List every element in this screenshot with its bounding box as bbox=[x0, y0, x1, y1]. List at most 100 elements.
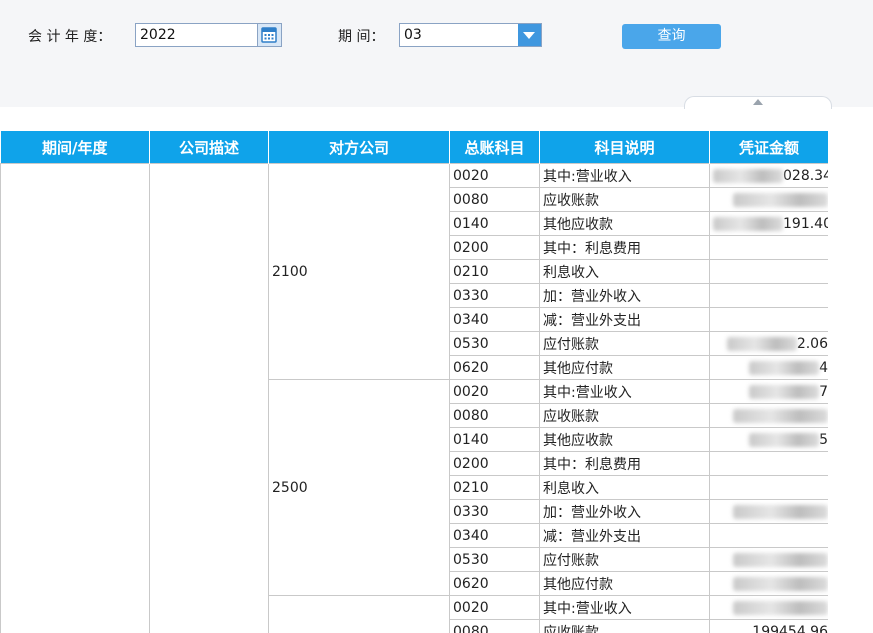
account-desc-cell: 其中:营业收入 bbox=[539, 163, 710, 188]
voucher-amount-text: 7 bbox=[819, 383, 828, 400]
gl-account-cell: 0340 bbox=[449, 307, 540, 332]
voucher-amount-cell bbox=[709, 283, 828, 308]
fiscal-year-label: 会 计 年 度： bbox=[28, 29, 112, 45]
account-desc-cell: 减：营业外支出 bbox=[539, 523, 710, 548]
voucher-amount-cell bbox=[709, 235, 828, 260]
voucher-amount-cell bbox=[709, 187, 828, 212]
redacted-mask bbox=[713, 216, 783, 231]
voucher-amount-text: 5 bbox=[819, 431, 828, 448]
redacted-mask bbox=[749, 360, 820, 375]
period-label: 期 间： bbox=[338, 29, 385, 45]
voucher-amount-cell: 2.06 bbox=[709, 331, 828, 356]
redacted-mask bbox=[733, 192, 828, 207]
redacted-mask bbox=[733, 408, 828, 423]
account-desc-cell: 其他应收款 bbox=[539, 211, 710, 236]
gl-account-cell: 0330 bbox=[449, 283, 540, 308]
gl-account-cell: 0140 bbox=[449, 211, 540, 236]
counterparty-cell bbox=[268, 595, 450, 633]
voucher-amount-cell: 028.34 bbox=[709, 163, 828, 188]
period-year-cell bbox=[0, 163, 150, 633]
redacted-mask bbox=[726, 336, 797, 351]
header-counterparty[interactable]: 对方公司 bbox=[268, 131, 450, 164]
gl-account-cell: 0530 bbox=[449, 331, 540, 356]
table-row[interactable]: 2100 0020 其中:营业收入 028.34 bbox=[0, 163, 828, 633]
counterparty-cell: 2100 bbox=[268, 163, 450, 380]
query-button[interactable]: 查询 bbox=[622, 24, 721, 49]
voucher-amount-cell bbox=[709, 523, 828, 548]
gl-account-cell: 0020 bbox=[449, 163, 540, 188]
gl-account-cell: 0340 bbox=[449, 523, 540, 548]
voucher-amount-text: 191.40 bbox=[783, 215, 828, 232]
counterparty-cell: 2500 bbox=[268, 379, 450, 596]
chevron-down-icon[interactable] bbox=[518, 24, 541, 46]
voucher-amount-cell: 7 bbox=[709, 379, 828, 404]
account-desc-cell: 应付账款 bbox=[539, 547, 710, 572]
voucher-amount-cell bbox=[709, 403, 828, 428]
voucher-amount-cell bbox=[709, 475, 828, 500]
account-desc-cell: 利息收入 bbox=[539, 475, 710, 500]
gl-account-cell: 0080 bbox=[449, 403, 540, 428]
voucher-amount-text: 199454.96 bbox=[752, 623, 828, 633]
account-desc-cell: 减：营业外支出 bbox=[539, 307, 710, 332]
voucher-amount-cell: 5 bbox=[709, 427, 828, 452]
gl-account-cell: 0020 bbox=[449, 379, 540, 404]
redacted-mask bbox=[733, 576, 828, 591]
voucher-table: 期间/年度 公司描述 对方公司 总账科目 科目说明 凭证金额 2100 0020 其… bbox=[0, 131, 828, 633]
account-desc-cell: 其中:营业收入 bbox=[539, 379, 710, 404]
gl-account-cell: 0140 bbox=[449, 427, 540, 452]
filter-toolbar: 会 计 年 度： 2022 期 间： 03 查询 bbox=[0, 0, 873, 109]
voucher-amount-cell bbox=[709, 499, 828, 524]
account-desc-cell: 利息收入 bbox=[539, 259, 710, 284]
account-desc-cell: 其他应收款 bbox=[539, 427, 710, 452]
voucher-amount-cell: 4 bbox=[709, 355, 828, 380]
account-desc-cell: 其中:营业收入 bbox=[539, 595, 710, 620]
voucher-amount-cell bbox=[709, 451, 828, 476]
voucher-amount-cell bbox=[709, 547, 828, 572]
gl-account-cell: 0080 bbox=[449, 187, 540, 212]
gl-account-cell: 0210 bbox=[449, 475, 540, 500]
account-desc-cell: 其中：利息费用 bbox=[539, 451, 710, 476]
header-voucher-amount[interactable]: 凭证金额 bbox=[709, 131, 828, 164]
gl-account-cell: 0210 bbox=[449, 259, 540, 284]
collapse-toggle[interactable] bbox=[684, 96, 832, 109]
header-gl-account[interactable]: 总账科目 bbox=[449, 131, 540, 164]
voucher-amount-text: 028.34 bbox=[783, 167, 828, 184]
redacted-mask bbox=[749, 432, 820, 447]
redacted-mask bbox=[733, 552, 828, 567]
voucher-amount-text: 4 bbox=[819, 359, 828, 376]
account-desc-cell: 应收账款 bbox=[539, 403, 710, 428]
company-desc-cell bbox=[149, 163, 269, 633]
fiscal-year-value: 2022 bbox=[140, 27, 176, 43]
fiscal-year-input[interactable]: 2022 bbox=[135, 23, 282, 47]
voucher-amount-cell bbox=[709, 595, 828, 620]
gl-account-cell: 0330 bbox=[449, 499, 540, 524]
voucher-amount-cell: 199454.96 bbox=[709, 619, 828, 633]
header-company-desc[interactable]: 公司描述 bbox=[149, 131, 269, 164]
account-desc-cell: 加：营业外收入 bbox=[539, 499, 710, 524]
calendar-icon[interactable] bbox=[257, 24, 281, 46]
table-body: 2100 0020 其中:营业收入 028.34 0080 应收账款 0140 其他应收款 19… bbox=[0, 163, 828, 633]
account-desc-cell: 其中：利息费用 bbox=[539, 235, 710, 260]
voucher-amount-cell: 191.40 bbox=[709, 211, 828, 236]
account-desc-cell: 其他应付款 bbox=[539, 571, 710, 596]
redacted-mask bbox=[749, 384, 820, 399]
period-select[interactable]: 03 bbox=[399, 23, 542, 47]
header-account-desc[interactable]: 科目说明 bbox=[539, 131, 710, 164]
gl-account-cell: 0200 bbox=[449, 235, 540, 260]
gl-account-cell: 0080 bbox=[449, 619, 540, 633]
voucher-amount-cell bbox=[709, 259, 828, 284]
redacted-mask bbox=[733, 504, 828, 519]
header-period-year[interactable]: 期间/年度 bbox=[0, 131, 150, 164]
gl-account-cell: 0020 bbox=[449, 595, 540, 620]
account-desc-cell: 应收账款 bbox=[539, 187, 710, 212]
account-desc-cell: 应付账款 bbox=[539, 331, 710, 356]
redacted-mask bbox=[713, 168, 783, 183]
gl-account-cell: 0620 bbox=[449, 571, 540, 596]
voucher-amount-cell bbox=[709, 307, 828, 332]
data-grid: 期间/年度 公司描述 对方公司 总账科目 科目说明 凭证金额 2100 0020 其… bbox=[0, 131, 828, 633]
chevron-up-icon bbox=[753, 99, 763, 105]
account-desc-cell: 应收账款 bbox=[539, 619, 710, 633]
account-desc-cell: 其他应付款 bbox=[539, 355, 710, 380]
voucher-amount-cell bbox=[709, 571, 828, 596]
period-value: 03 bbox=[404, 27, 422, 43]
